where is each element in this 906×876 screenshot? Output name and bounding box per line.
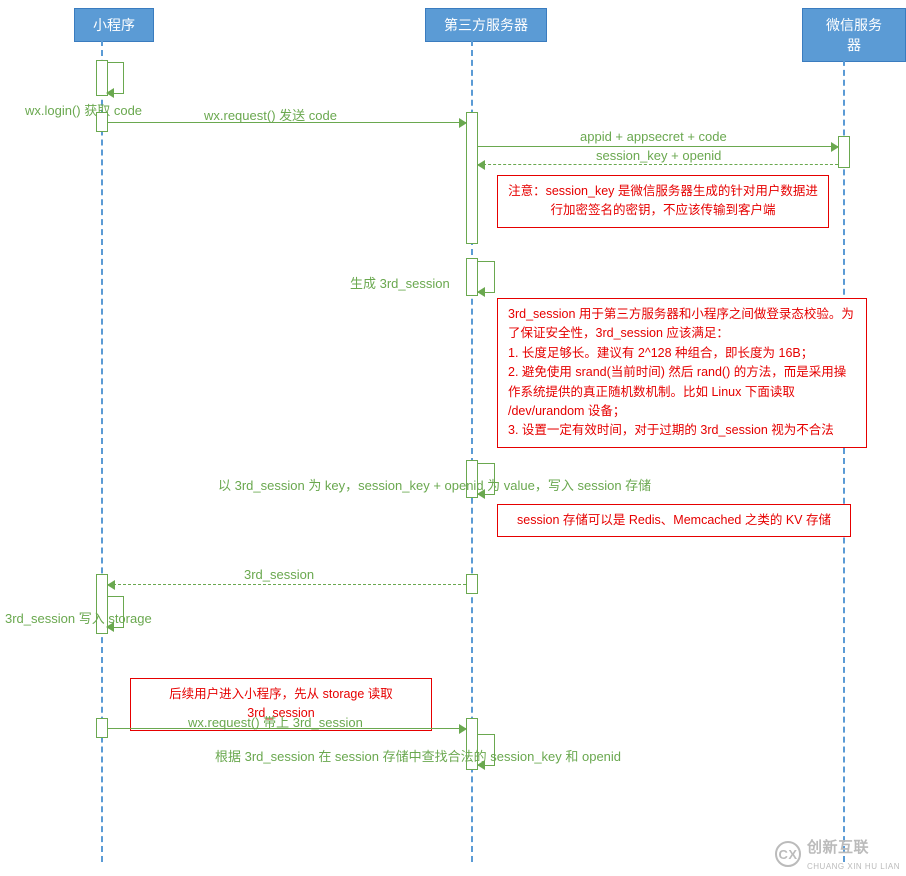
msg-lookup: 根据 3rd_session 在 session 存储中查找合法的 sessio… (215, 746, 621, 765)
sequence-diagram: 小程序 第三方服务器 微信服务器 wx.login() 获取 code wx.r… (0, 0, 906, 876)
msg-login: wx.login() 获取 code (25, 100, 142, 119)
participant-thirdparty: 第三方服务器 (425, 8, 547, 42)
note-kv-store: session 存储可以是 Redis、Memcached 之类的 KV 存储 (497, 504, 851, 537)
msg-return-session: 3rd_session (244, 567, 314, 582)
activation-thirdparty-1 (466, 112, 478, 244)
msg-write-session: 以 3rd_session 为 key，session_key + openid… (218, 475, 651, 494)
activation-miniprogram-req2 (96, 718, 108, 738)
watermark: CX 创新互联 CHUANG XIN HU LIAN (775, 836, 900, 872)
note-rule-2: 2. 避免使用 srand(当前时间) 然后 rand() 的方法，而是采用操作… (508, 363, 856, 421)
note-rule-1: 1. 长度足够长。建议有 2^128 种组合，即长度为 16B； (508, 344, 856, 363)
arrow-return-session (108, 584, 466, 585)
watermark-sub: CHUANG XIN HU LIAN (807, 862, 900, 871)
arrow-to-wechat (478, 146, 838, 147)
msg-gen-session: 生成 3rd_session (350, 273, 450, 292)
watermark-text: 创新互联 (807, 839, 869, 856)
activation-thirdparty-return (466, 574, 478, 594)
msg-write-storage: 3rd_session 写入 storage (5, 608, 152, 627)
note-rule-intro: 3rd_session 用于第三方服务器和小程序之间做登录态校验。为了保证安全性… (508, 305, 856, 344)
selfcall-gen-session (478, 261, 495, 293)
arrow-from-wechat (478, 164, 838, 165)
lifeline-miniprogram (101, 40, 103, 862)
msg-to-wechat: appid + appsecret + code (580, 129, 727, 144)
watermark-logo-icon: CX (775, 841, 801, 867)
participant-miniprogram: 小程序 (74, 8, 154, 42)
activation-wechat (838, 136, 850, 168)
note-3rdsession-rules: 3rd_session 用于第三方服务器和小程序之间做登录态校验。为了保证安全性… (497, 298, 867, 448)
note-rule-3: 3. 设置一定有效时间，对于过期的 3rd_session 视为不合法 (508, 421, 856, 440)
msg-request-with-session: wx.request() 带上 3rd_session (188, 712, 363, 731)
participant-wechat: 微信服务器 (802, 8, 906, 62)
msg-request-code: wx.request() 发送 code (204, 105, 337, 124)
msg-from-wechat: session_key + openid (596, 148, 721, 163)
activation-miniprogram-send (96, 112, 108, 132)
selfcall-login (107, 62, 124, 94)
note-sessionkey-warning: 注意：session_key 是微信服务器生成的针对用户数据进行加密签名的密钥，… (497, 175, 829, 228)
